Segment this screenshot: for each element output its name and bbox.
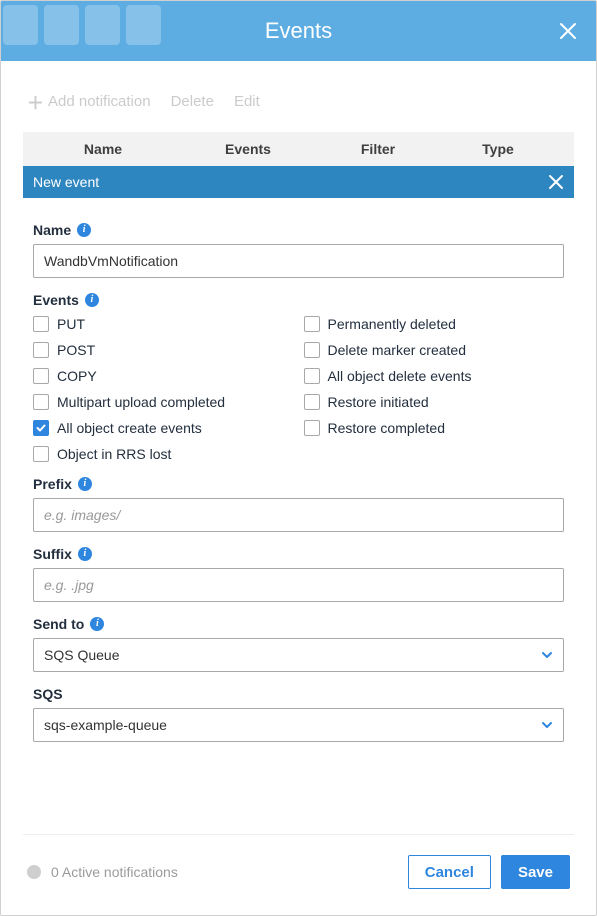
event-checkbox-label: Multipart upload completed xyxy=(57,394,225,410)
event-checkbox[interactable]: COPY xyxy=(33,368,294,384)
prefix-input[interactable] xyxy=(33,498,564,532)
new-event-label: New event xyxy=(33,174,99,190)
column-filter: Filter xyxy=(313,141,443,157)
chevron-down-icon xyxy=(541,649,553,661)
event-checkbox[interactable]: Delete marker created xyxy=(304,342,565,358)
events-label-row: Events i xyxy=(33,292,564,308)
suffix-section: Suffix i xyxy=(33,546,564,602)
checkbox-unchecked-icon xyxy=(304,394,320,410)
sqs-select[interactable]: sqs-example-queue xyxy=(33,708,564,742)
modal-body: ＋ Add notification Delete Edit Name Even… xyxy=(1,61,596,915)
cancel-button[interactable]: Cancel xyxy=(408,855,491,889)
edit-button[interactable]: Edit xyxy=(234,89,260,114)
checkbox-unchecked-icon xyxy=(304,342,320,358)
event-checkbox-label: All object create events xyxy=(57,420,202,436)
active-notifications-count: 0 Active notifications xyxy=(51,864,178,880)
prefix-label: Prefix xyxy=(33,476,72,492)
checkbox-unchecked-icon xyxy=(304,368,320,384)
checkbox-unchecked-icon xyxy=(33,316,49,332)
info-icon[interactable]: i xyxy=(85,293,99,307)
suffix-input[interactable] xyxy=(33,568,564,602)
checkbox-unchecked-icon xyxy=(33,446,49,462)
event-checkbox[interactable]: All object create events xyxy=(33,420,294,436)
column-name: Name xyxy=(23,141,183,157)
events-label: Events xyxy=(33,292,79,308)
event-checkbox-label: COPY xyxy=(57,368,97,384)
suffix-label: Suffix xyxy=(33,546,72,562)
event-checkbox-label: Object in RRS lost xyxy=(57,446,171,462)
event-checkbox-label: Restore initiated xyxy=(328,394,429,410)
event-checkbox[interactable]: Restore initiated xyxy=(304,394,565,410)
table-header: Name Events Filter Type xyxy=(23,132,574,166)
info-icon[interactable]: i xyxy=(77,223,91,237)
column-type: Type xyxy=(443,141,553,157)
close-icon[interactable] xyxy=(558,21,578,41)
add-notification-label: Add notification xyxy=(48,93,151,110)
prefix-section: Prefix i xyxy=(33,476,564,532)
sqs-label: SQS xyxy=(33,686,63,702)
event-checkbox-label: Delete marker created xyxy=(328,342,467,358)
event-checkbox-label: POST xyxy=(57,342,95,358)
checkbox-unchecked-icon xyxy=(33,368,49,384)
events-checkbox-grid: PUT Permanently deleted POST Delete marker … xyxy=(33,316,564,462)
delete-button[interactable]: Delete xyxy=(171,89,214,114)
save-button[interactable]: Save xyxy=(501,855,570,889)
footer-actions: Cancel Save xyxy=(408,855,570,889)
name-section: Name i xyxy=(33,222,564,278)
modal-header: Events xyxy=(1,1,596,61)
event-checkbox-label: Restore completed xyxy=(328,420,446,436)
new-event-bar: New event xyxy=(23,166,574,198)
event-checkbox[interactable]: Multipart upload completed xyxy=(33,394,294,410)
event-checkbox[interactable]: Restore completed xyxy=(304,420,565,436)
sqs-section: SQS sqs-example-queue xyxy=(33,686,564,742)
checkbox-unchecked-icon xyxy=(304,420,320,436)
send-to-section: Send to i SQS Queue xyxy=(33,616,564,672)
send-to-label: Send to xyxy=(33,616,84,632)
add-notification-button[interactable]: ＋ Add notification xyxy=(27,89,151,114)
send-to-value: SQS Queue xyxy=(44,647,120,663)
event-form: Name i Events i PUT Permanently deleted PO… xyxy=(23,198,574,756)
info-icon[interactable]: i xyxy=(78,477,92,491)
events-section: Events i PUT Permanently deleted POST Delet… xyxy=(33,292,564,462)
header-decor xyxy=(1,1,161,45)
status-dot-icon xyxy=(27,865,41,879)
info-icon[interactable]: i xyxy=(90,617,104,631)
name-input[interactable] xyxy=(33,244,564,278)
event-checkbox[interactable]: Object in RRS lost xyxy=(33,446,294,462)
info-icon[interactable]: i xyxy=(78,547,92,561)
event-checkbox[interactable]: POST xyxy=(33,342,294,358)
footer-status: 0 Active notifications xyxy=(27,864,178,880)
toolbar: ＋ Add notification Delete Edit xyxy=(23,89,574,132)
event-checkbox-label: Permanently deleted xyxy=(328,316,456,332)
event-checkbox[interactable]: PUT xyxy=(33,316,294,332)
event-checkbox-label: PUT xyxy=(57,316,85,332)
sqs-label-row: SQS xyxy=(33,686,564,702)
chevron-down-icon xyxy=(541,719,553,731)
checkbox-unchecked-icon xyxy=(304,316,320,332)
checkbox-checked-icon xyxy=(33,420,49,436)
modal-title: Events xyxy=(265,18,332,44)
event-checkbox[interactable]: All object delete events xyxy=(304,368,565,384)
checkbox-unchecked-icon xyxy=(33,342,49,358)
event-checkbox-label: All object delete events xyxy=(328,368,472,384)
new-event-close-icon[interactable] xyxy=(548,174,564,190)
name-label: Name xyxy=(33,222,71,238)
plus-icon: ＋ xyxy=(27,89,44,114)
send-to-select[interactable]: SQS Queue xyxy=(33,638,564,672)
events-modal: Events ＋ Add notification Delete Edit Na… xyxy=(0,0,597,916)
prefix-label-row: Prefix i xyxy=(33,476,564,492)
event-checkbox[interactable]: Permanently deleted xyxy=(304,316,565,332)
send-to-label-row: Send to i xyxy=(33,616,564,632)
suffix-label-row: Suffix i xyxy=(33,546,564,562)
sqs-value: sqs-example-queue xyxy=(44,717,167,733)
column-events: Events xyxy=(183,141,313,157)
checkbox-unchecked-icon xyxy=(33,394,49,410)
name-label-row: Name i xyxy=(33,222,564,238)
modal-footer: 0 Active notifications Cancel Save xyxy=(23,834,574,915)
